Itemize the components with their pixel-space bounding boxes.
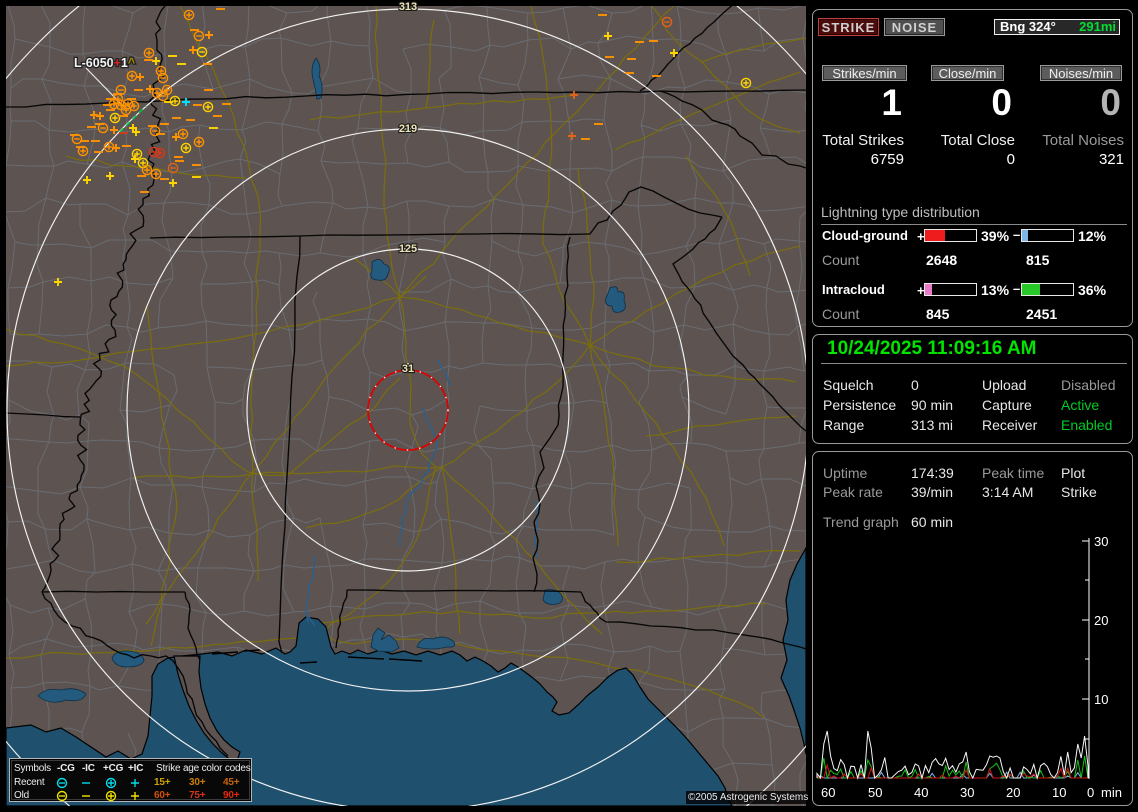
svg-text:40: 40 (914, 785, 928, 800)
svg-text:31: 31 (402, 363, 414, 375)
svg-text:10: 10 (1052, 785, 1066, 800)
svg-text:20: 20 (1006, 785, 1020, 800)
svg-text:20: 20 (1094, 613, 1108, 628)
svg-text:125: 125 (399, 243, 417, 255)
svg-text:min: min (1101, 785, 1122, 800)
svg-text:50: 50 (868, 785, 882, 800)
svg-text:30: 30 (960, 785, 974, 800)
svg-text:10: 10 (1094, 692, 1108, 707)
svg-text:L-6050+1^: L-6050+1^ (74, 56, 136, 70)
svg-text:60: 60 (821, 785, 835, 800)
svg-text:219: 219 (399, 123, 417, 135)
svg-text:0: 0 (1087, 785, 1094, 800)
svg-text:30: 30 (1094, 534, 1108, 549)
